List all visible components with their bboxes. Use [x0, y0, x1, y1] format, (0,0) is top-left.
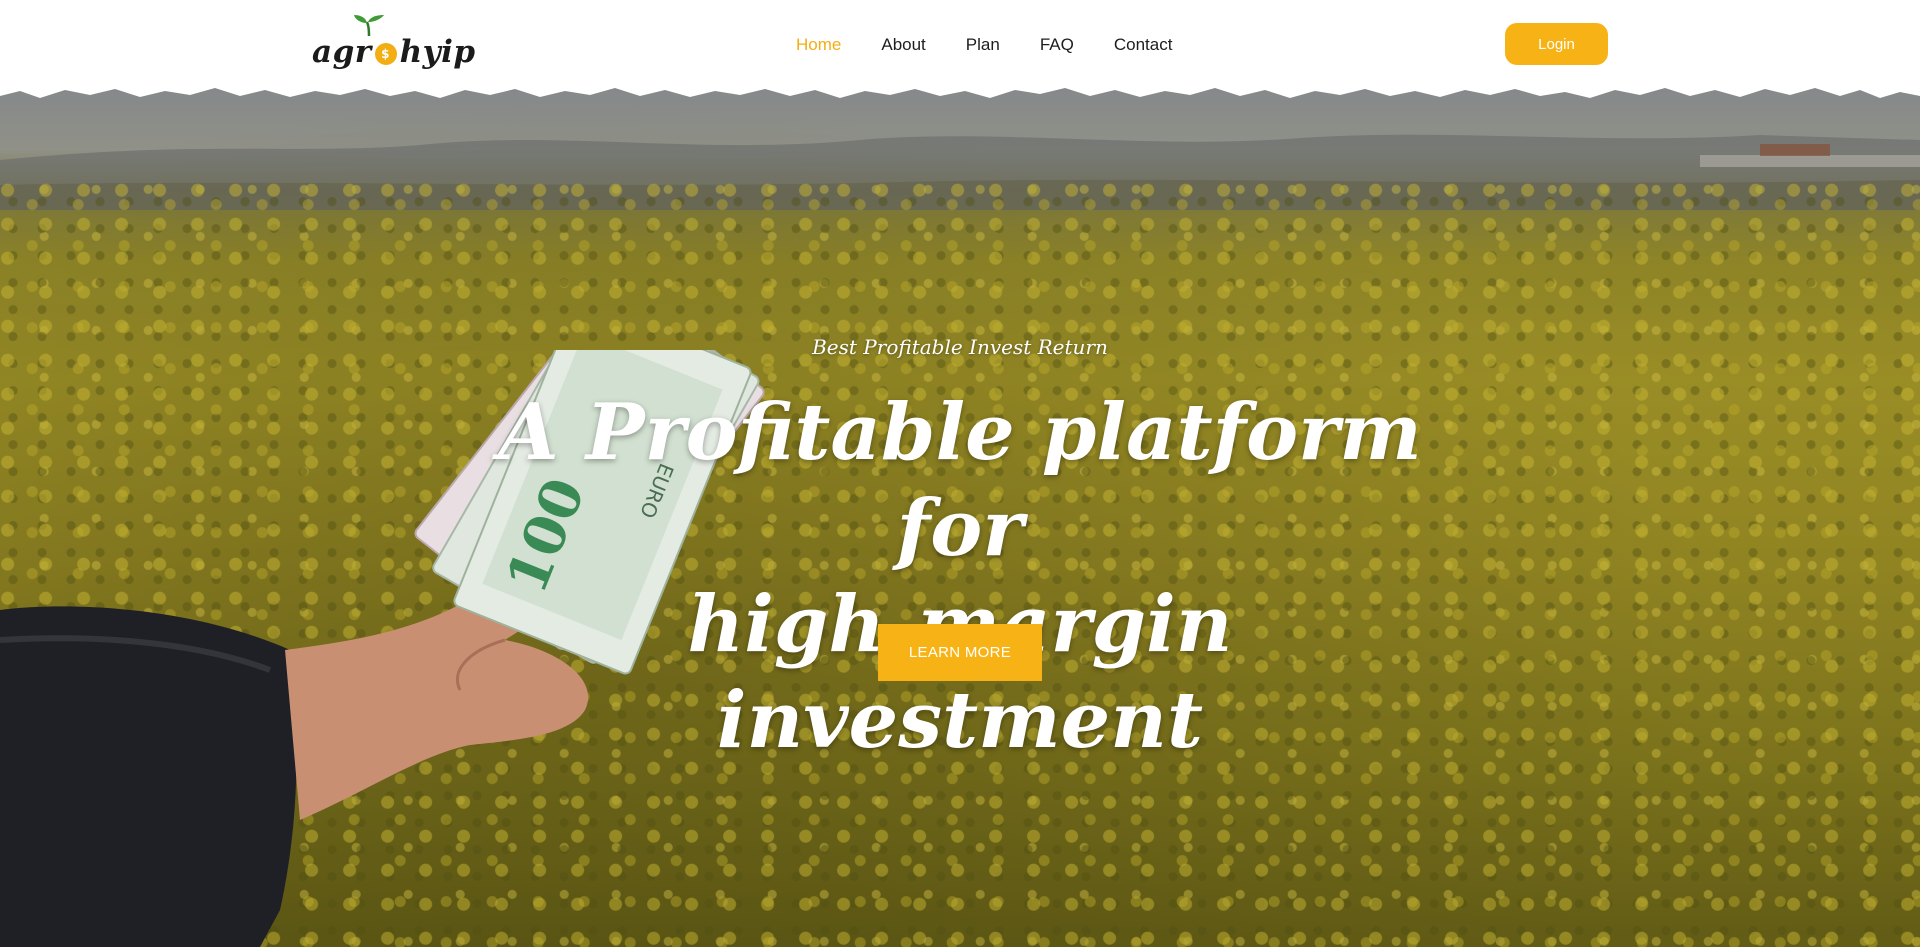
dollar-coin-icon: [374, 43, 397, 65]
nav-item-faq[interactable]: FAQ: [1020, 30, 1094, 60]
main-navigation: Home About Plan FAQ Contact: [776, 30, 1192, 60]
logo-text-left: agr: [312, 34, 372, 70]
sprout-icon: [354, 15, 384, 36]
landing-page: 100 EURO agr hyip Home About Plan FAQ Co…: [0, 0, 1920, 947]
hero-headline-line1: A Profitable platform for: [498, 387, 1422, 574]
nav-item-about[interactable]: About: [861, 30, 945, 60]
brand-logo[interactable]: agr hyip: [312, 15, 476, 70]
nav-item-plan[interactable]: Plan: [946, 30, 1020, 60]
learn-more-button[interactable]: LEARN MORE: [878, 624, 1042, 681]
hero-headline: A Profitable platform for high-margin in…: [460, 385, 1460, 769]
logo-text-right: hyip: [399, 34, 476, 70]
hero-tagline: Best Profitable Invest Return: [812, 335, 1108, 359]
nav-item-contact[interactable]: Contact: [1094, 30, 1193, 60]
nav-item-home[interactable]: Home: [776, 30, 861, 60]
login-button[interactable]: Login: [1505, 23, 1608, 65]
site-header: agr hyip Home About Plan FAQ Contact Log…: [0, 0, 1920, 118]
